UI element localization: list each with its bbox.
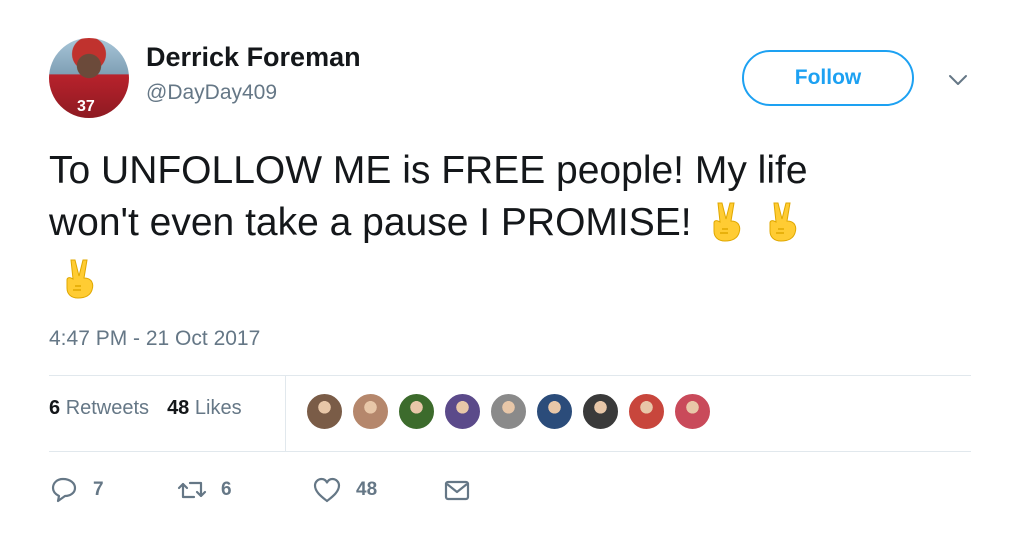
liker-avatars: [305, 392, 712, 431]
author-display-name[interactable]: Derrick Foreman: [146, 42, 361, 73]
tweet-text-line-with-emoji: won't even take a pause I PROMISE!: [49, 197, 949, 249]
retweet-count: 6: [221, 479, 232, 500]
liker-avatar[interactable]: [581, 392, 620, 431]
victory-hand-emoji: [762, 199, 804, 243]
liker-avatar[interactable]: [535, 392, 574, 431]
liker-avatar[interactable]: [443, 392, 482, 431]
tweet-text-line: won't even take a pause I PROMISE!: [49, 201, 692, 244]
likes-label: Likes: [194, 397, 242, 419]
like-count: 48: [356, 479, 378, 500]
tweet-timestamp[interactable]: 4:47 PM - 21 Oct 2017: [49, 327, 260, 351]
direct-message-button[interactable]: [442, 475, 472, 505]
liker-avatar[interactable]: [351, 392, 390, 431]
liker-avatar[interactable]: [673, 392, 712, 431]
reply-count: 7: [93, 479, 104, 500]
likes-stat[interactable]: 48 Likes: [167, 397, 242, 420]
victory-hand-emoji: [706, 199, 748, 243]
follow-button[interactable]: Follow: [742, 50, 914, 106]
retweet-button[interactable]: 6: [177, 475, 312, 505]
avatar-jersey-text: 37: [77, 98, 95, 115]
retweet-icon: [177, 481, 207, 499]
chevron-down-icon[interactable]: [944, 66, 972, 94]
divider: [49, 375, 971, 376]
like-button[interactable]: 48: [312, 475, 442, 505]
heart-icon: [313, 477, 341, 503]
tweet-stats: 6 Retweets 48 Likes: [49, 397, 242, 420]
likes-count: 48: [167, 397, 190, 419]
liker-avatar[interactable]: [627, 392, 666, 431]
vertical-divider: [285, 376, 286, 451]
tweet-text-line: To UNFOLLOW ME is FREE people! My life: [49, 149, 808, 192]
reply-icon: [51, 477, 77, 503]
author-handle[interactable]: @DayDay409: [146, 81, 277, 105]
retweets-stat[interactable]: 6 Retweets: [49, 397, 149, 420]
divider: [49, 451, 971, 452]
liker-avatar[interactable]: [305, 392, 344, 431]
liker-avatar[interactable]: [397, 392, 436, 431]
retweets-count: 6: [49, 397, 61, 419]
tweet-text: To UNFOLLOW ME is FREE people! My life w…: [49, 145, 949, 249]
profile-avatar-icon[interactable]: 37: [49, 38, 129, 118]
retweets-label: Retweets: [65, 397, 150, 419]
reply-button[interactable]: 7: [49, 475, 177, 505]
liker-avatar[interactable]: [489, 392, 528, 431]
victory-hand-emoji: [59, 253, 101, 303]
envelope-icon: [444, 480, 470, 501]
tweet-actions: 7 6 48: [49, 472, 472, 508]
